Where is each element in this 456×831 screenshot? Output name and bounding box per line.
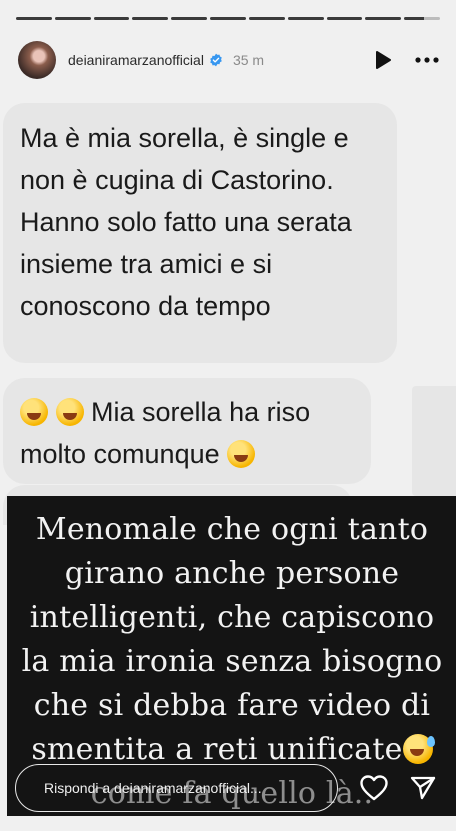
message-text-wrap: Mia sorella ha riso molto comunque <box>20 391 365 475</box>
story-time-ago: 35 m <box>232 52 265 68</box>
progress-segment <box>210 17 246 20</box>
reply-placeholder: Rispondi a deianiramarzanofficial... <box>44 780 262 796</box>
caption-main-text: Menomale che ogni tanto girano anche per… <box>21 512 443 767</box>
progress-segment <box>93 17 130 20</box>
heart-icon <box>360 775 388 801</box>
progress-segment <box>287 17 324 20</box>
progress-segment <box>171 17 208 20</box>
send-icon <box>410 776 436 800</box>
rolling-laughing-emoji-icon <box>20 398 48 426</box>
progress-segment <box>365 17 402 20</box>
story-viewer[interactable]: deianiramarzanofficial 35 m Ma è mia sor… <box>0 0 456 831</box>
progress-segment <box>326 17 363 20</box>
more-options-button[interactable] <box>414 47 440 73</box>
verified-badge-icon <box>210 53 222 67</box>
message-text: Ma è mia sorella, è single e non è cugin… <box>20 123 352 321</box>
adjacent-panel <box>412 386 456 496</box>
progress-segment <box>132 17 169 20</box>
story-progress-bar <box>16 17 440 20</box>
like-button[interactable] <box>358 772 390 804</box>
progress-segment-current <box>404 17 440 20</box>
progress-segment <box>248 17 285 20</box>
avatar[interactable] <box>18 41 56 79</box>
progress-segment <box>54 17 91 20</box>
reply-input[interactable]: Rispondi a deianiramarzanofficial... <box>15 764 338 812</box>
more-icon <box>415 57 439 63</box>
rolling-laughing-emoji-icon <box>227 440 256 468</box>
message-bubble: Ma è mia sorella, è single e non è cugin… <box>3 103 397 363</box>
rolling-laughing-emoji-icon <box>55 398 84 426</box>
message-bubble: Mia sorella ha riso molto comunque <box>3 378 371 484</box>
progress-segment <box>16 17 52 20</box>
share-button[interactable] <box>407 772 439 804</box>
username[interactable]: deianiramarzanofficial <box>68 52 204 68</box>
play-button[interactable] <box>370 47 396 73</box>
story-header: deianiramarzanofficial 35 m <box>18 40 440 80</box>
play-icon <box>376 51 391 69</box>
grinning-sweat-emoji-icon <box>402 734 435 764</box>
